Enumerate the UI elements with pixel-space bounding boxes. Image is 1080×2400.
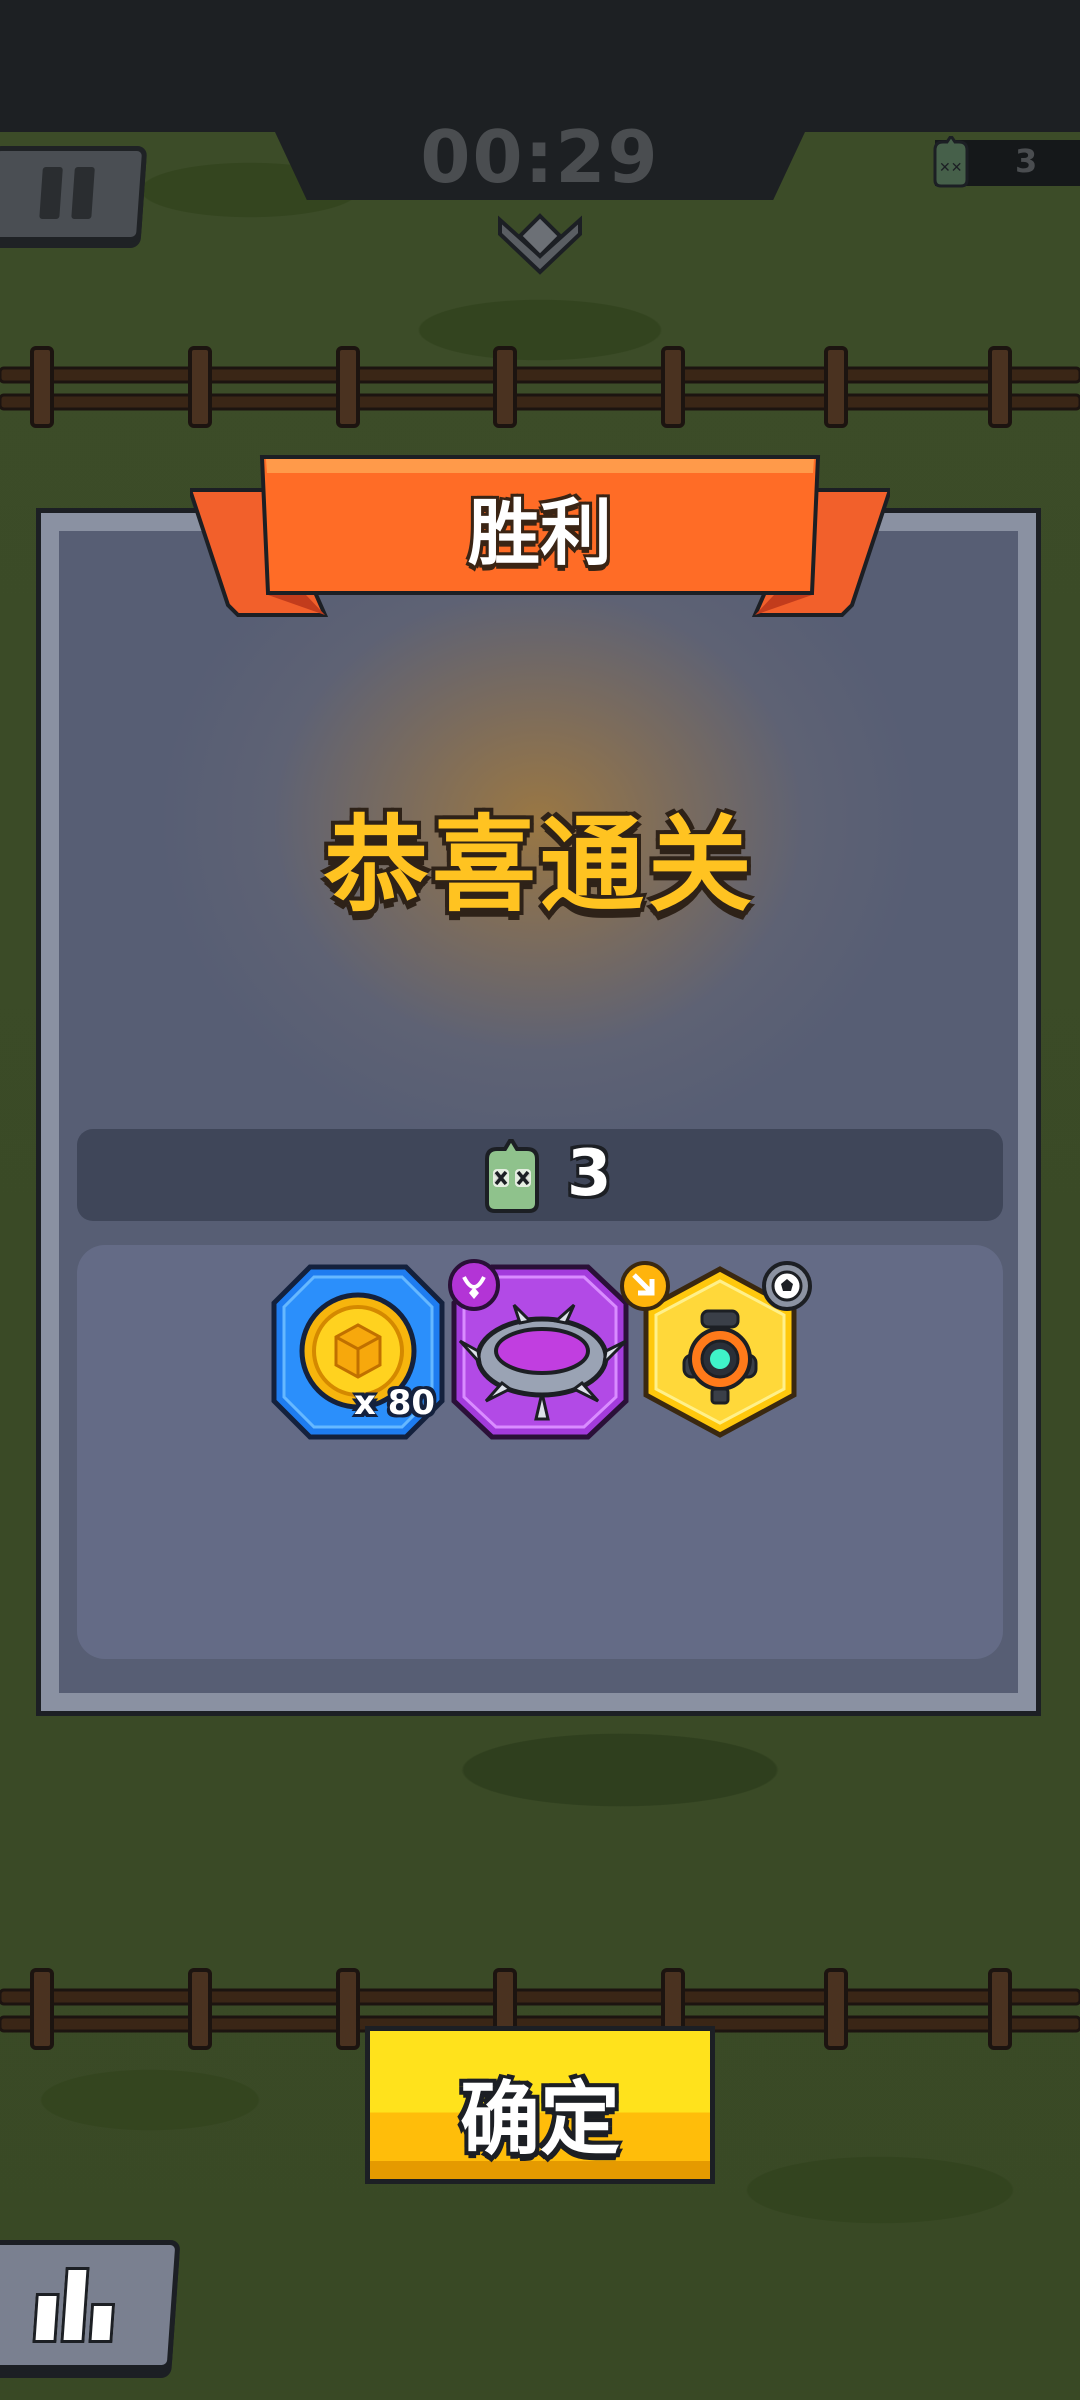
necklace-badge-icon (448, 1259, 500, 1311)
reward-count: x 80 (354, 1383, 436, 1423)
zombie-head-icon: ✕✕ (933, 136, 969, 188)
pause-button[interactable] (0, 146, 148, 242)
kill-summary-bar: 3 (77, 1129, 1003, 1221)
kill-counter-hud: ✕✕ 3 (933, 136, 1080, 188)
ball-badge-icon (762, 1261, 812, 1311)
game-timer: 00:29 (420, 115, 660, 199)
top-fence (0, 346, 1080, 428)
kill-count: 3 (567, 1137, 612, 1211)
stats-button[interactable] (0, 2240, 181, 2370)
stage-clear-headline: 恭喜通关 (323, 804, 756, 926)
reward-gold-coin[interactable]: x 80 (270, 1263, 446, 1441)
victory-title: 胜利 (467, 491, 612, 575)
svg-text:✕✕: ✕✕ (939, 160, 962, 176)
reward-turret-module[interactable] (620, 1261, 812, 1441)
bar-chart-icon (32, 2293, 60, 2343)
rank-chevron-icon (498, 213, 582, 275)
reward-spiked-collar[interactable] (448, 1259, 630, 1441)
hud-kill-count: 3 (1015, 142, 1038, 180)
confirm-button[interactable]: 确定 (365, 2026, 715, 2184)
boost-badge-icon (620, 1261, 670, 1311)
zombie-head-icon (485, 1139, 539, 1213)
pause-icon (39, 167, 63, 219)
confirm-button-label: 确定 (460, 2073, 620, 2166)
